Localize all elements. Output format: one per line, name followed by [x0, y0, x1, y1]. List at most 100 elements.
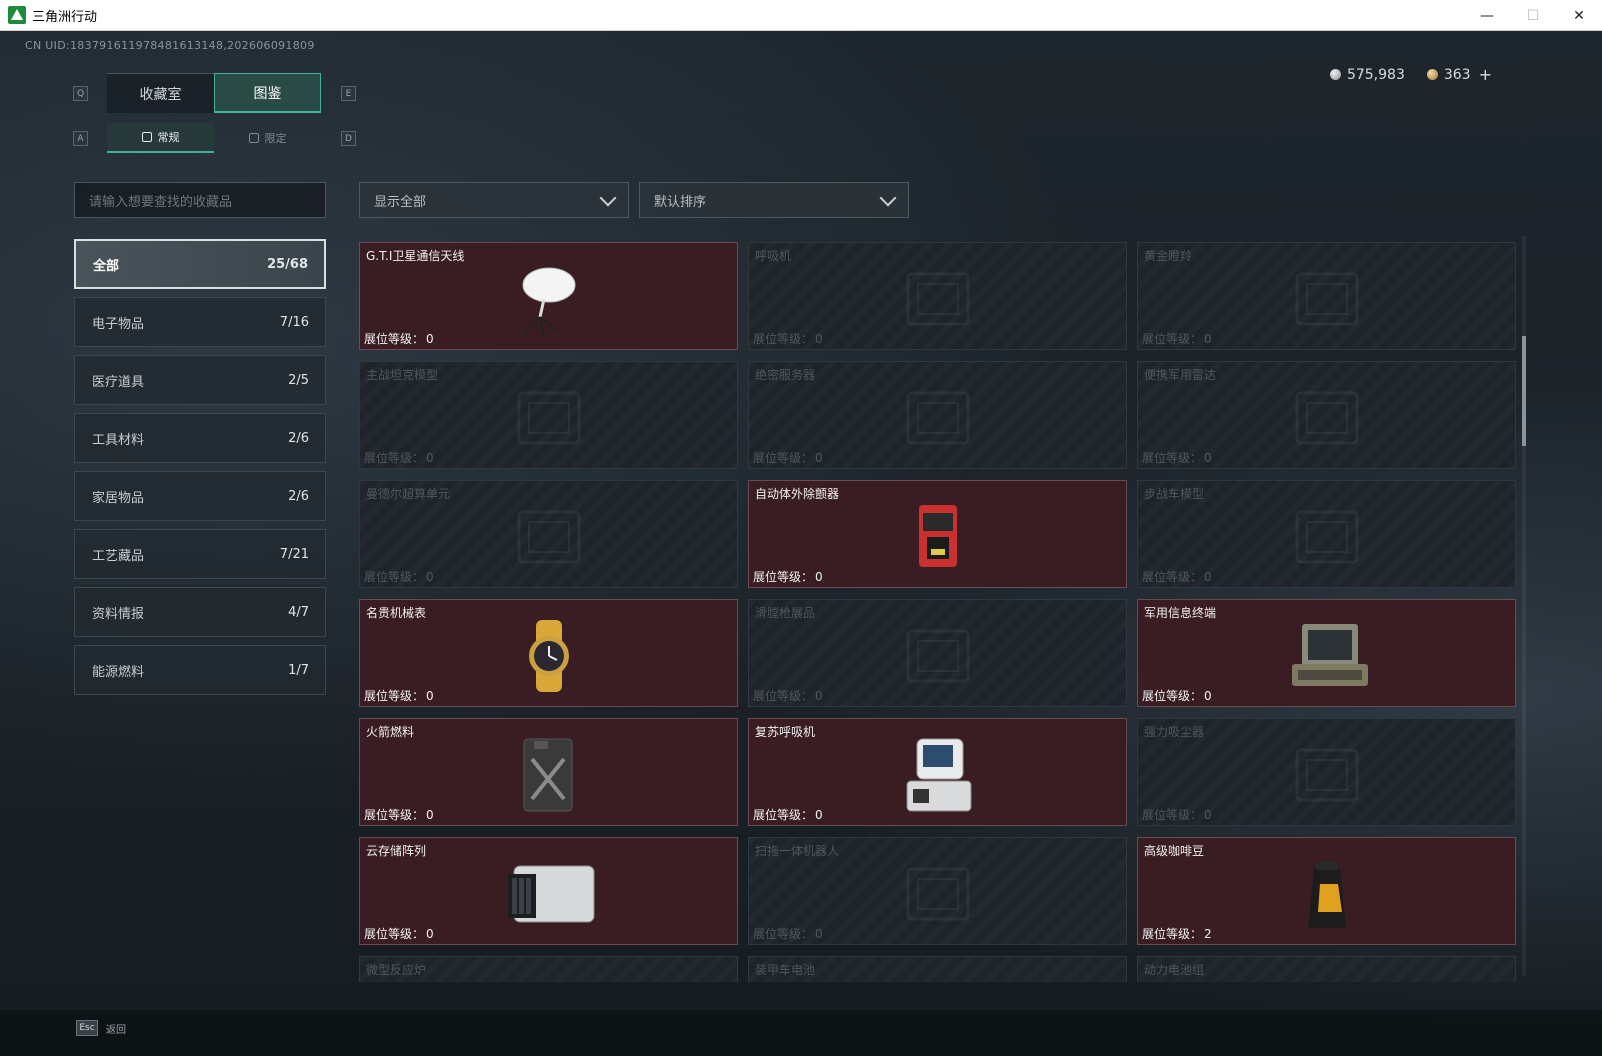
level-value: 0: [426, 808, 434, 822]
level-label: 展位等级：: [753, 332, 814, 346]
level-value: 0: [1204, 689, 1212, 703]
category-item[interactable]: 能源燃料 1/7: [74, 645, 326, 695]
maximize-button[interactable]: ☐: [1510, 0, 1556, 31]
level-label: 展位等级：: [1142, 808, 1203, 822]
scrollbar-thumb[interactable]: [1522, 336, 1526, 446]
window-title: 三角洲行动: [32, 9, 98, 25]
level-label: 展位等级：: [1142, 332, 1203, 346]
collection-card[interactable]: 主战坦克模型 展位等级： 0: [359, 361, 738, 469]
window-controls: — ☐ ✕: [1464, 0, 1602, 31]
collection-card[interactable]: 呼吸机展位等级： 0: [748, 242, 1127, 350]
item-name: 扫拖一体机器人: [755, 844, 840, 858]
level-value: 0: [815, 451, 823, 465]
level-label: 展位等级：: [1142, 570, 1203, 584]
category-label: 医疗道具: [92, 374, 145, 390]
level-value: 0: [815, 927, 823, 941]
add-currency-button[interactable]: +: [1479, 65, 1492, 84]
category-label: 全部: [93, 258, 120, 274]
item-name: G.T.I卫星通信天线: [366, 249, 465, 263]
defibrillator-icon: [883, 497, 993, 577]
level-value: 0: [426, 689, 434, 703]
subtab-regular-label: 常规: [157, 131, 180, 144]
radar-icon: [1272, 378, 1382, 458]
level-label: 展位等级：: [364, 451, 425, 465]
item-name: 滑膛枪展品: [755, 606, 816, 620]
category-item[interactable]: 全部 25/68: [74, 239, 326, 289]
vacuum-icon: [1272, 735, 1382, 815]
category-list: 全部 25/68 电子物品 7/16 医疗道具 2/5 工具材料 2/6 家居物品 2/6 工艺藏品…: [74, 239, 326, 703]
collection-card[interactable]: 绝密服务器展位等级： 0: [748, 361, 1127, 469]
item-name: 自动体外除颤器: [755, 487, 840, 501]
wristwatch-icon: [494, 616, 604, 696]
item-name: 主战坦克模型: [366, 368, 439, 382]
category-label: 资料情报: [92, 606, 145, 622]
level-value: 0: [1204, 808, 1212, 822]
collection-card[interactable]: 滑膛枪展品展位等级： 0: [748, 599, 1127, 707]
esc-key-icon: Esc: [76, 1020, 98, 1036]
item-level: 展位等级： 0: [753, 687, 823, 704]
collection-card[interactable]: 火箭燃料 展位等级： 0: [359, 718, 738, 826]
close-button[interactable]: ✕: [1556, 0, 1602, 31]
chevron-down-icon: [879, 189, 897, 207]
chevron-down-icon: [599, 189, 617, 207]
collection-card[interactable]: 强力吸尘器 展位等级： 0: [1137, 718, 1516, 826]
collection-card[interactable]: 自动体外除颤器 展位等级： 0: [748, 480, 1127, 588]
category-count: 1/7: [288, 662, 309, 678]
level-label: 展位等级：: [364, 570, 425, 584]
category-label: 电子物品: [92, 316, 145, 332]
level-label: 展位等级：: [753, 808, 814, 822]
collection-card[interactable]: 复苏呼吸机 展位等级： 0: [748, 718, 1127, 826]
tab-catalog[interactable]: 图鉴: [214, 73, 321, 113]
item-name: 呼吸机: [755, 249, 792, 263]
collection-card[interactable]: 微型反应炉: [359, 956, 738, 982]
level-value: 0: [815, 808, 823, 822]
collection-card[interactable]: 云存储阵列 展位等级： 0: [359, 837, 738, 945]
item-name: 绝密服务器: [755, 368, 816, 382]
collection-card[interactable]: 名贵机械表 展位等级： 0: [359, 599, 738, 707]
collection-card[interactable]: 曼德尔超算单元 展位等级： 0: [359, 480, 738, 588]
level-label: 展位等级：: [1142, 689, 1203, 703]
currency-bar: 575,983 363 +: [1329, 65, 1492, 84]
tab-collection-room[interactable]: 收藏室: [107, 73, 214, 113]
category-count: 4/7: [288, 604, 309, 620]
category-count: 2/6: [288, 430, 309, 446]
sort-dropdown[interactable]: 默认排序: [639, 182, 909, 218]
musket-icon: [883, 616, 993, 696]
item-level: 展位等级： 0: [753, 330, 823, 347]
battery-pack-icon: [1272, 973, 1382, 982]
app-logo-icon: [8, 6, 26, 24]
collection-card[interactable]: 装甲车电池: [748, 956, 1127, 982]
category-item[interactable]: 资料情报 4/7: [74, 587, 326, 637]
category-item[interactable]: 家居物品 2/6: [74, 471, 326, 521]
collection-card[interactable]: 动力电池组: [1137, 956, 1516, 982]
category-label: 家居物品: [92, 490, 145, 506]
collection-card[interactable]: 高级咖啡豆 展位等级： 2: [1137, 837, 1516, 945]
category-item[interactable]: 医疗道具 2/5: [74, 355, 326, 405]
collection-card[interactable]: 黄金瞪羚 展位等级： 0: [1137, 242, 1516, 350]
minimize-button[interactable]: —: [1464, 0, 1510, 31]
grid-scrollbar[interactable]: [1522, 236, 1526, 976]
category-item[interactable]: 电子物品 7/16: [74, 297, 326, 347]
level-label: 展位等级：: [364, 927, 425, 941]
level-label: 展位等级：: [753, 451, 814, 465]
collection-card[interactable]: 步战车模型 展位等级： 0: [1137, 480, 1516, 588]
reactor-icon: [494, 973, 604, 982]
collection-card[interactable]: G.T.I卫星通信天线 展位等级： 0: [359, 242, 738, 350]
filter-dropdown[interactable]: 显示全部: [359, 182, 629, 218]
level-value: 0: [426, 927, 434, 941]
subtab-regular[interactable]: 常规: [107, 123, 214, 153]
subtab-limited[interactable]: 限定: [214, 123, 321, 153]
gold-coin-icon: [1426, 69, 1438, 80]
regular-icon: [141, 132, 152, 142]
silver-currency: 575,983: [1329, 67, 1405, 83]
resuscitator-icon: [883, 735, 993, 815]
back-button[interactable]: Esc 返回: [76, 1020, 126, 1036]
search-input[interactable]: 请输入想要查找的收藏品: [74, 182, 326, 218]
category-item[interactable]: 工艺藏品 7/21: [74, 529, 326, 579]
collection-card[interactable]: 扫拖一体机器人 展位等级： 0: [748, 837, 1127, 945]
sort-dropdown-value: 默认排序: [654, 194, 707, 210]
category-item[interactable]: 工具材料 2/6: [74, 413, 326, 463]
level-label: 展位等级：: [364, 808, 425, 822]
collection-card[interactable]: 军用信息终端 展位等级： 0: [1137, 599, 1516, 707]
collection-card[interactable]: 便携军用雷达 展位等级： 0: [1137, 361, 1516, 469]
